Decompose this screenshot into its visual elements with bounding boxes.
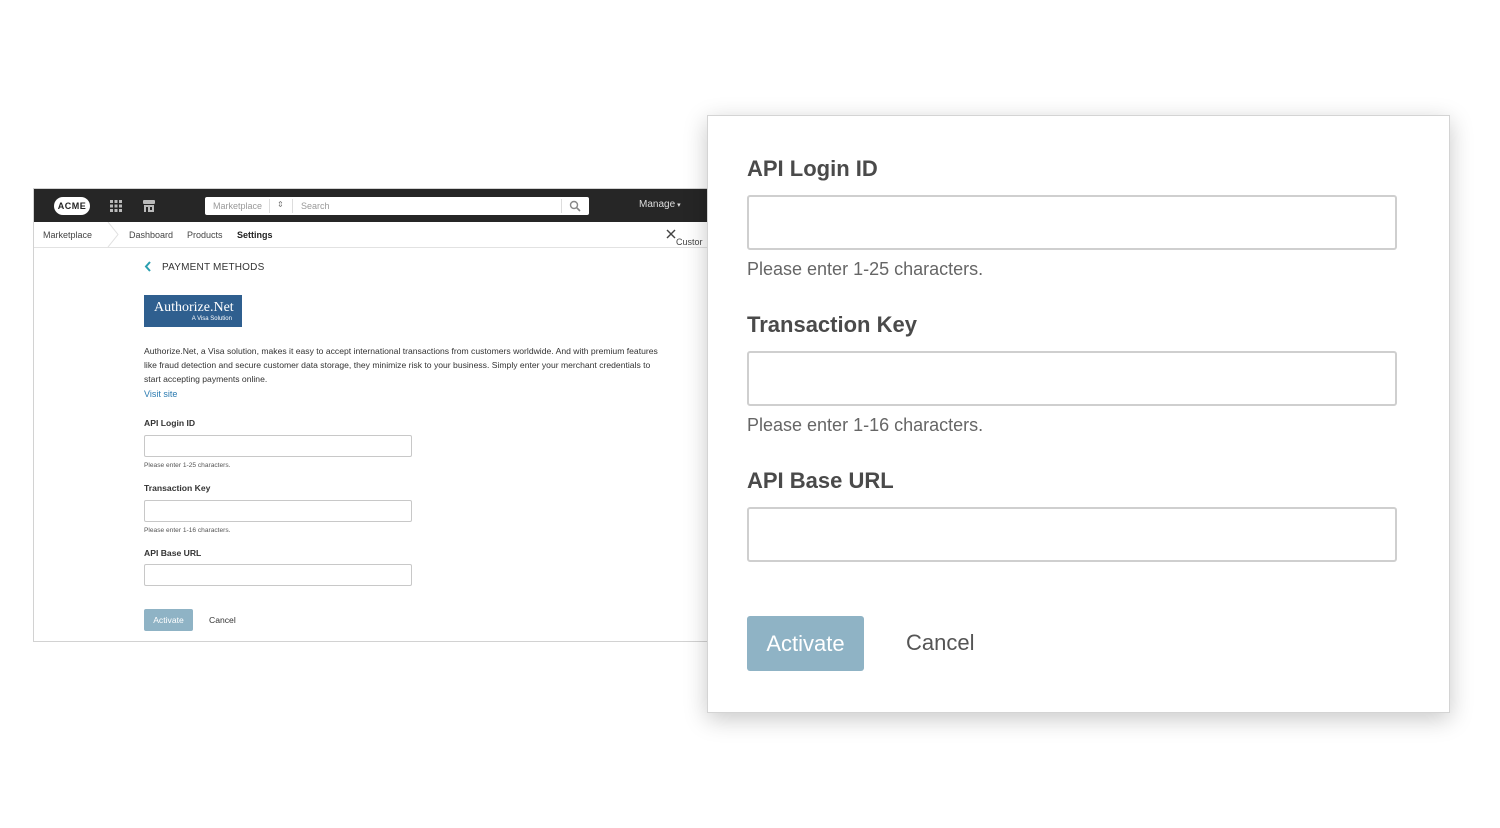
sort-arrows-icon[interactable]: ⇕ [277,200,284,209]
divider [269,199,270,213]
api-login-label-zoom: API Login ID [747,156,878,181]
breadcrumb-separator-icon [107,222,119,247]
search-bar: Marketplace ⇕ Search [205,197,589,215]
top-bar: ACME Marketplace ⇕ Search Manage ▾ [34,189,708,222]
tab-dashboard[interactable]: Dashboard [129,230,173,240]
api-login-field[interactable] [144,435,412,457]
search-input[interactable]: Search [301,201,330,211]
search-scope-select[interactable]: Marketplace [213,201,262,211]
acme-logo[interactable]: ACME [54,197,90,215]
api-login-field-zoom[interactable] [747,195,1397,250]
api-login-hint-zoom: Please enter 1-25 characters. [747,259,984,279]
api-base-url-field-zoom[interactable] [747,507,1397,562]
logo-tagline: A Visa Solution [191,316,232,322]
api-base-url-field[interactable] [144,564,412,586]
activate-button-zoom[interactable]: Activate [747,616,864,671]
divider [561,199,562,213]
tools-icon [666,229,676,239]
logo-name: Authorize.Net [154,300,234,315]
customize-button[interactable]: Custor [666,229,703,247]
page-title: PAYMENT METHODS [162,262,265,273]
breadcrumb-marketplace[interactable]: Marketplace [43,230,92,240]
transaction-key-label-zoom: Transaction Key [747,312,917,337]
back-row: PAYMENT METHODS [144,259,674,275]
apps-grid-icon[interactable] [109,199,123,213]
authorize-net-logo: Authorize.Net A Visa Solution [144,295,242,327]
transaction-key-hint-zoom: Please enter 1-16 characters. [747,415,984,435]
transaction-key-label: Transaction Key [144,483,211,493]
caret-down-icon: ▾ [677,202,681,209]
transaction-key-field[interactable] [144,500,412,522]
tab-settings[interactable]: Settings [237,230,273,240]
transaction-key-field-zoom[interactable] [747,351,1397,406]
payment-method-content: PAYMENT METHODS Authorize.Net A Visa Sol… [144,259,674,631]
sub-navigation: Marketplace Dashboard Products Settings … [34,222,708,248]
storefront-icon[interactable] [142,199,156,213]
zoomed-form-panel: API Login ID Please enter 1-25 character… [707,115,1450,713]
manage-menu[interactable]: Manage ▾ [639,199,681,210]
back-chevron-icon[interactable] [144,261,152,272]
cancel-button[interactable]: Cancel [209,615,236,625]
tab-products[interactable]: Products [187,230,223,240]
api-base-url-label: API Base URL [144,548,202,558]
customize-label: Custor [676,237,703,247]
manage-label: Manage [639,199,676,210]
activate-button[interactable]: Activate [144,609,193,631]
cancel-button-zoom[interactable]: Cancel [906,630,974,656]
api-base-url-label-zoom: API Base URL [747,468,894,493]
api-login-label: API Login ID [144,418,196,428]
visit-site-link[interactable]: Visit site [144,389,177,399]
api-login-hint: Please enter 1-25 characters. [144,462,231,469]
description-text: Authorize.Net, a Visa solution, makes it… [144,346,658,384]
search-icon[interactable] [569,200,581,212]
app-screenshot: ACME Marketplace ⇕ Search Manage ▾ Marke… [33,188,708,642]
transaction-key-hint: Please enter 1-16 characters. [144,527,231,534]
divider [292,199,293,213]
